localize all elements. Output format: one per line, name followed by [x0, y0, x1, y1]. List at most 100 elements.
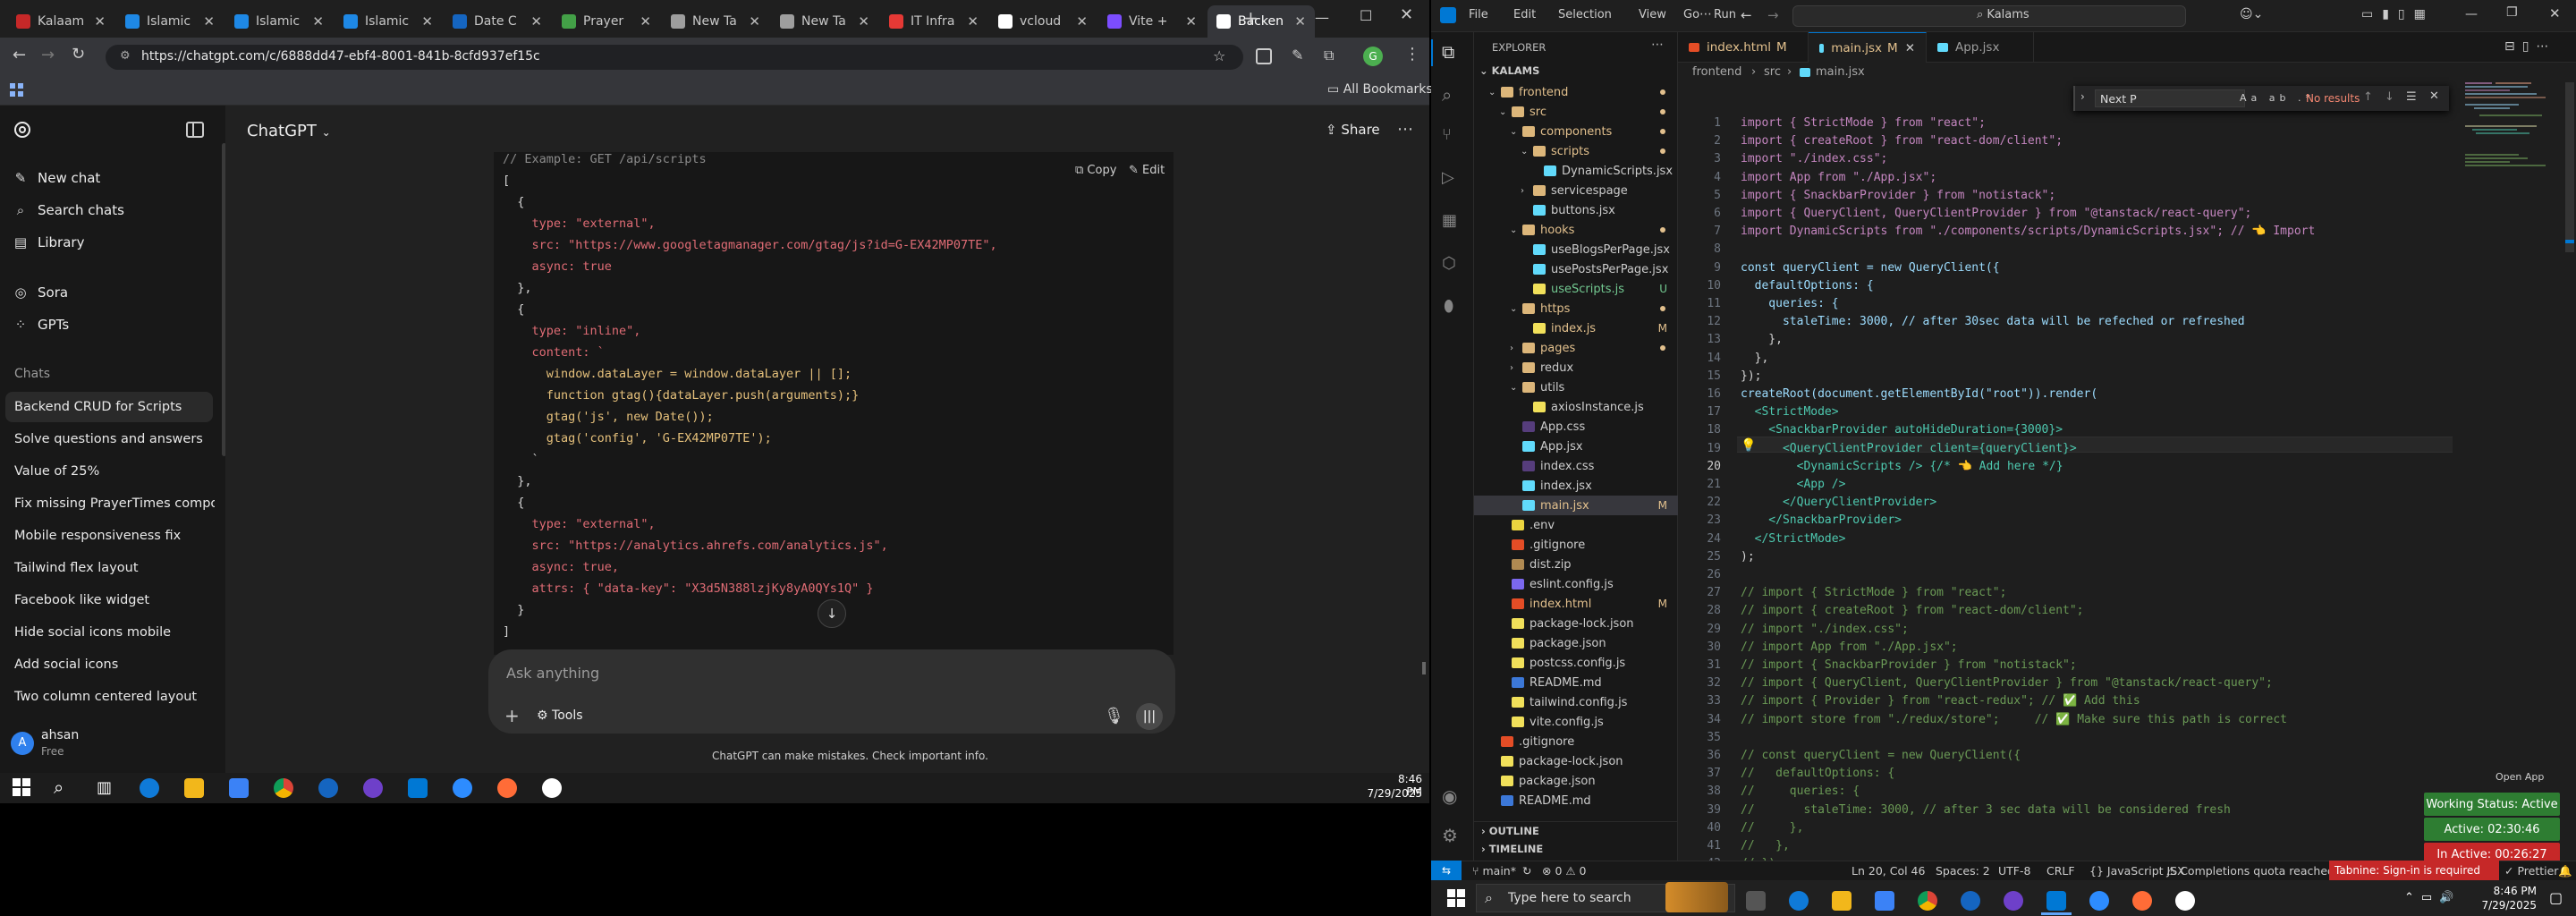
windows-start-icon[interactable] [1447, 889, 1465, 907]
vs-close-icon[interactable]: ✕ [2549, 5, 2561, 21]
user-avatar[interactable]: A [11, 732, 34, 755]
scroll-down-icon[interactable]: ↓ [818, 599, 846, 628]
browser-tab[interactable]: Vite + ✕ [1098, 5, 1206, 38]
find-options-icons[interactable]: Aa ab .* [2240, 92, 2315, 104]
explorer-icon[interactable]: ⧉ [1442, 41, 1454, 63]
menu-file[interactable]: File [1469, 8, 1488, 21]
tree-item[interactable]: .gitignore [1474, 732, 1678, 751]
open-app-link[interactable]: Open App [2496, 771, 2544, 783]
close-window-icon[interactable]: ✕ [1400, 5, 1413, 24]
store-icon[interactable] [1875, 891, 1894, 911]
tree-item[interactable]: package-lock.json [1474, 614, 1678, 633]
edge-icon[interactable] [140, 778, 159, 798]
breadcrumb-main[interactable]: main.jsx [1816, 65, 1865, 79]
tabnine-status[interactable]: Tabnine: Sign-in is required [2329, 861, 2499, 880]
browser-tab[interactable]: Islamic ✕ [335, 5, 442, 38]
tree-item[interactable]: dist.zip [1474, 555, 1678, 574]
puzzle-icon[interactable]: ⧉ [1324, 47, 1334, 64]
postman-icon[interactable] [497, 778, 517, 798]
tree-item[interactable]: index.jsx [1474, 476, 1678, 496]
vs-restore-icon[interactable]: ❐ [2506, 5, 2518, 20]
vscode-icon[interactable] [2046, 891, 2066, 911]
line-endings[interactable]: CRLF [2046, 864, 2075, 878]
editor-tab[interactable]: App.jsx [1927, 32, 2034, 63]
prettier-status[interactable]: ✓ Prettier [2504, 864, 2558, 878]
windows-start-icon[interactable] [13, 778, 30, 796]
tree-item[interactable]: postcss.config.js [1474, 653, 1678, 673]
nav-back-icon[interactable]: ← [1741, 7, 1752, 23]
quota-status[interactable]: ⚠ Completions quota reached [2166, 864, 2334, 878]
tab-close-icon[interactable]: ✕ [1071, 13, 1088, 30]
menu-view[interactable]: View [1639, 8, 1666, 21]
tree-item[interactable]: package-lock.json [1474, 751, 1678, 771]
browser-tab[interactable]: New Ta ✕ [771, 5, 878, 38]
app-icon-2[interactable] [2175, 891, 2195, 911]
tree-item[interactable]: ⌄ scripts [1474, 141, 1678, 161]
menu-run[interactable]: Run [1714, 8, 1736, 21]
chat-item[interactable]: Add social icons [13, 649, 215, 680]
explorer-more-icon[interactable]: ⋯ [1651, 38, 1664, 52]
edge-icon[interactable] [1789, 891, 1809, 911]
tree-item[interactable]: useBlogsPerPage.jsx [1474, 240, 1678, 259]
user-name[interactable]: ahsan [41, 728, 79, 742]
github-desktop-icon[interactable] [363, 778, 383, 798]
browser-tab[interactable]: Backen ✕ [1208, 5, 1315, 38]
tree-item[interactable]: ⌄ utils [1474, 377, 1678, 397]
voice-mode-icon[interactable]: ||| [1136, 703, 1163, 730]
file-explorer-icon[interactable] [184, 778, 204, 798]
menu-edit[interactable]: Edit [1513, 8, 1536, 21]
minimap[interactable] [2465, 82, 2563, 861]
source-control-icon[interactable]: ⑂ [1442, 125, 1452, 144]
pen-icon[interactable]: ✎ [1292, 47, 1303, 64]
vscode-icon[interactable] [408, 778, 428, 798]
chat-item[interactable]: Fix missing PrayerTimes compon… [13, 488, 215, 519]
tree-item[interactable]: index.css [1474, 456, 1678, 476]
timeline-section[interactable]: › TIMELINE [1481, 843, 1543, 855]
tree-item[interactable]: main.jsx M [1474, 496, 1678, 515]
extension-icon[interactable] [1256, 48, 1272, 64]
file-explorer-icon[interactable] [1832, 891, 1852, 911]
bookmark-star-icon[interactable]: ☆ [1213, 47, 1225, 64]
sidebar-item-gpts[interactable]: ⁘ GPTs [13, 310, 69, 340]
github-desktop-icon[interactable] [2004, 891, 2023, 911]
tree-item[interactable]: usePostsPerPage.jsx [1474, 259, 1678, 279]
sidebar-item-sora[interactable]: ◎ Sora [13, 277, 68, 308]
chat-item[interactable]: Value of 25% [13, 456, 215, 487]
zoom-icon[interactable] [2089, 891, 2109, 911]
find-next-icon[interactable]: ↓ [2385, 90, 2394, 104]
tab-close-icon[interactable]: ✕ [852, 13, 869, 30]
tree-item[interactable]: vite.config.js [1474, 712, 1678, 732]
tree-item[interactable]: DynamicScripts.jsx [1474, 161, 1678, 181]
browser-tab[interactable]: Islamic ✕ [225, 5, 333, 38]
task-view-icon[interactable] [1746, 891, 1766, 911]
tree-item[interactable]: README.md [1474, 673, 1678, 692]
mongodb-icon[interactable]: ⬮ [1444, 297, 1453, 316]
plus-icon[interactable]: + [504, 705, 520, 726]
layout-icons[interactable]: ▭▮▯▦ [2361, 7, 2435, 21]
site-info-icon[interactable]: ⚙ [120, 49, 131, 63]
profile-avatar[interactable]: G [1363, 47, 1383, 66]
tree-item[interactable]: ⌄ https [1474, 299, 1678, 318]
tree-item[interactable]: axiosInstance.js [1474, 397, 1678, 417]
nav-forward-icon[interactable]: → [1767, 7, 1779, 23]
browser-tab[interactable]: New Ta ✕ [662, 5, 769, 38]
cursor-position[interactable]: Ln 20, Col 46 [1852, 864, 1925, 878]
vs-minimize-icon[interactable]: — [2465, 7, 2478, 21]
postman-icon[interactable] [2132, 891, 2152, 911]
store-icon[interactable] [229, 778, 249, 798]
tree-item[interactable]: buttons.jsx [1474, 200, 1678, 220]
openai-logo-icon[interactable] [13, 120, 32, 140]
chrome-icon[interactable] [274, 778, 293, 798]
forward-icon[interactable]: → [41, 46, 55, 64]
new-tab-icon[interactable]: + [1243, 7, 1258, 29]
sync-icon[interactable]: ↻ [1522, 864, 1531, 878]
remote-indicator-icon[interactable]: ⇆ [1431, 861, 1462, 880]
editor-actions-icon[interactable]: ⊟▯⋯ [2504, 39, 2555, 54]
tree-item[interactable]: index.js M [1474, 318, 1678, 338]
tree-item[interactable]: › pages [1474, 338, 1678, 358]
tree-item[interactable]: ⌄ frontend [1474, 82, 1678, 102]
tab-close-icon[interactable]: ✕ [743, 13, 760, 30]
tab-close-icon[interactable]: ✕ [525, 13, 542, 30]
search-icon[interactable]: ⌕ [54, 776, 64, 798]
editor-tab-close-icon[interactable]: ✕ [1905, 41, 1915, 55]
